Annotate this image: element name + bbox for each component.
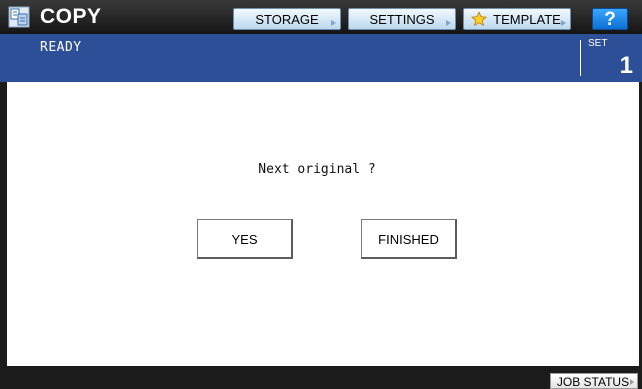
finished-label: FINISHED — [378, 232, 439, 247]
top-bar: COPY STORAGE SETTINGS TEMPLATE ? — [0, 0, 642, 34]
arrow-right-icon — [446, 20, 451, 26]
storage-label: STORAGE — [255, 12, 319, 27]
template-button[interactable]: TEMPLATE — [463, 8, 571, 30]
help-button[interactable]: ? — [592, 8, 628, 30]
arrow-right-icon — [630, 379, 634, 385]
copier-screen: COPY STORAGE SETTINGS TEMPLATE ? READY S… — [0, 0, 642, 389]
divider — [580, 40, 581, 76]
set-label: SET — [588, 38, 608, 49]
prompt-message: Next original ? — [258, 162, 376, 177]
storage-button[interactable]: STORAGE — [233, 8, 341, 30]
bottom-bar: JOB STATUS — [0, 366, 642, 389]
job-status-label: JOB STATUS — [556, 375, 630, 389]
settings-button[interactable]: SETTINGS — [348, 8, 456, 30]
settings-label: SETTINGS — [369, 12, 435, 27]
main-panel: Next original ? YES FINISHED — [7, 82, 639, 366]
set-count: 1 — [619, 52, 633, 79]
arrow-right-icon — [331, 20, 336, 26]
app-title: COPY — [40, 5, 102, 28]
finished-button[interactable]: FINISHED — [361, 219, 457, 259]
status-message: READY — [40, 40, 82, 55]
status-bar: READY SET 1 — [0, 34, 642, 82]
yes-button[interactable]: YES — [197, 219, 293, 259]
yes-label: YES — [231, 232, 258, 247]
help-icon: ? — [604, 9, 616, 30]
copy-icon — [8, 6, 30, 28]
arrow-right-icon — [561, 20, 566, 26]
job-status-button[interactable]: JOB STATUS — [550, 373, 638, 389]
